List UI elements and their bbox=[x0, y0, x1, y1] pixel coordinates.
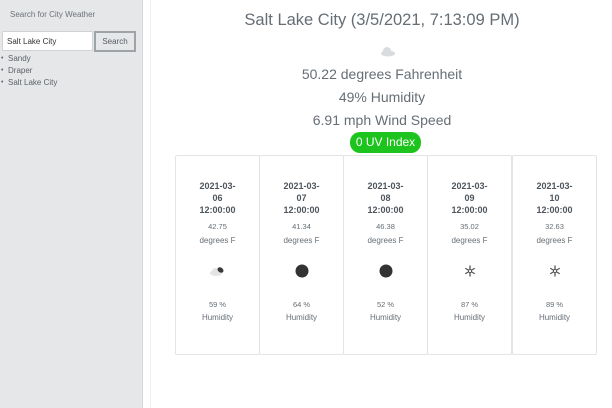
search-heading: Search for City Weather bbox=[10, 10, 96, 19]
forecast-temperature-unit: degrees F bbox=[536, 236, 573, 245]
forecast-card: 2021-03- 07 12:00:00 41.34 degrees F 64 … bbox=[259, 155, 344, 355]
forecast-humidity: 59 % bbox=[208, 300, 227, 309]
city-search-input[interactable] bbox=[2, 31, 93, 51]
forecast-temperature: 42.75 bbox=[208, 222, 227, 231]
forecast-temperature: 41.34 bbox=[292, 222, 311, 231]
forecast-temperature-unit: degrees F bbox=[199, 236, 236, 245]
history-item[interactable]: • Draper bbox=[0, 65, 57, 77]
forecast-date-line: 2021-03- bbox=[536, 181, 573, 191]
panel-divider bbox=[150, 0, 151, 408]
history-item-label[interactable]: Sandy bbox=[8, 54, 31, 63]
forecast-temperature-unit: degrees F bbox=[283, 236, 320, 245]
cloud-dot-icon bbox=[293, 262, 311, 280]
forecast-date-day: 09 bbox=[464, 193, 475, 203]
forecast-date-day: 06 bbox=[212, 193, 223, 203]
forecast-date: 2021-03- 06 12:00:00 bbox=[176, 180, 259, 216]
forecast-card: 2021-03- 08 12:00:00 46.38 degrees F 52 … bbox=[343, 155, 428, 355]
current-wind-speed: 6.91 mph Wind Speed bbox=[312, 112, 452, 128]
forecast-humidity: 52 % bbox=[376, 300, 395, 309]
forecast-date-day: 07 bbox=[296, 193, 307, 203]
forecast-date: 2021-03- 07 12:00:00 bbox=[260, 180, 343, 216]
search-sidebar: Search for City Weather Search • Sandy •… bbox=[0, 0, 143, 408]
forecast-date-line: 2021-03- bbox=[283, 181, 320, 191]
history-item-label[interactable]: Draper bbox=[8, 66, 32, 75]
forecast-date: 2021-03- 08 12:00:00 bbox=[344, 180, 427, 216]
overcast-cloud-icon bbox=[379, 44, 397, 57]
bullet-icon: • bbox=[1, 79, 4, 86]
forecast-time: 12:00:00 bbox=[367, 205, 404, 215]
weather-dashboard: Search for City Weather Search • Sandy •… bbox=[0, 0, 612, 408]
forecast-date-day: 10 bbox=[549, 193, 560, 203]
forecast-date-line: 2021-03- bbox=[199, 181, 236, 191]
snowflake-icon bbox=[461, 262, 479, 280]
forecast-card: 2021-03- 10 12:00:00 32.63 degrees F 89 … bbox=[512, 155, 597, 355]
city-title: Salt Lake City (3/5/2021, 7:13:09 PM) bbox=[244, 11, 520, 29]
forecast-time: 12:00:00 bbox=[536, 205, 573, 215]
forecast-card: 2021-03- 09 12:00:00 35.02 degrees F 87 … bbox=[427, 155, 512, 355]
forecast-temperature: 35.02 bbox=[460, 222, 479, 231]
forecast-humidity-label: Humidity bbox=[538, 313, 571, 322]
forecast-card: 2021-03- 06 12:00:00 42.75 degrees F 59 … bbox=[175, 155, 260, 355]
forecast-date-day: 08 bbox=[380, 193, 391, 203]
forecast-humidity: 89 % bbox=[545, 300, 564, 309]
search-button[interactable]: Search bbox=[94, 31, 136, 52]
forecast-humidity: 64 % bbox=[292, 300, 311, 309]
history-item[interactable]: • Salt Lake City bbox=[0, 77, 57, 89]
current-temperature: 50.22 degrees Fahrenheit bbox=[301, 66, 463, 82]
snowflake-icon bbox=[546, 262, 564, 280]
forecast-time: 12:00:00 bbox=[451, 205, 488, 215]
bullet-icon: • bbox=[1, 67, 4, 74]
history-item-label[interactable]: Salt Lake City bbox=[8, 78, 57, 87]
forecast-humidity: 87 % bbox=[460, 300, 479, 309]
current-humidity: 49% Humidity bbox=[338, 89, 426, 105]
forecast-date-line: 2021-03- bbox=[451, 181, 488, 191]
forecast-date-line: 2021-03- bbox=[367, 181, 404, 191]
forecast-date: 2021-03- 10 12:00:00 bbox=[513, 180, 596, 216]
forecast-temperature: 46.38 bbox=[376, 222, 395, 231]
history-item[interactable]: • Sandy bbox=[0, 53, 57, 65]
forecast-temperature-unit: degrees F bbox=[451, 236, 488, 245]
forecast-humidity-label: Humidity bbox=[453, 313, 486, 322]
forecast-temperature-unit: degrees F bbox=[367, 236, 404, 245]
uv-index-badge: 0 UV Index bbox=[350, 132, 421, 153]
partly-cloudy-icon bbox=[209, 262, 227, 280]
forecast-humidity-label: Humidity bbox=[285, 313, 318, 322]
search-form: Search bbox=[2, 31, 136, 52]
search-history-list: • Sandy • Draper • Salt Lake City bbox=[0, 53, 57, 89]
forecast-date: 2021-03- 09 12:00:00 bbox=[428, 180, 511, 216]
forecast-humidity-label: Humidity bbox=[201, 313, 234, 322]
forecast-time: 12:00:00 bbox=[283, 205, 320, 215]
bullet-icon: • bbox=[1, 55, 4, 62]
forecast-humidity-label: Humidity bbox=[369, 313, 402, 322]
cloud-dot-icon bbox=[377, 262, 395, 280]
forecast-temperature: 32.63 bbox=[545, 222, 564, 231]
forecast-time: 12:00:00 bbox=[199, 205, 236, 215]
